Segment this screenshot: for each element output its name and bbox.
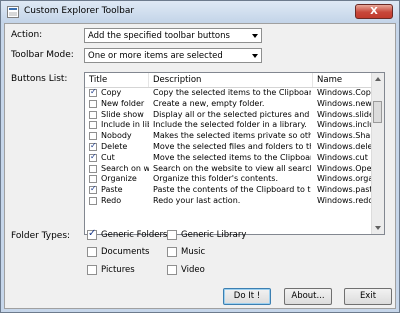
row-checkbox[interactable] xyxy=(89,164,97,173)
row-name: Windows.delete xyxy=(317,141,373,151)
scroll-down-icon[interactable] xyxy=(375,226,381,230)
list-item[interactable]: Delete Move the selected files and folder… xyxy=(85,141,373,153)
list-item[interactable]: Redo Redo your last action. Windows.redo xyxy=(85,196,373,207)
scroll-thumb[interactable] xyxy=(373,101,382,123)
row-title: Redo xyxy=(101,195,122,205)
list-item[interactable]: Organize Organize this folder's contents.… xyxy=(85,174,373,185)
row-description: Redo your last action. xyxy=(153,195,241,205)
list-item[interactable]: New folder Create a new, empty folder. Win… xyxy=(85,99,373,110)
checkbox-generic-library-label: Generic Library xyxy=(181,230,247,240)
list-item[interactable]: Search on w... Search on the website to v… xyxy=(85,164,373,175)
list-rows: Copy Copy the selected items to the Clipb… xyxy=(85,87,373,207)
close-icon: X xyxy=(370,6,378,17)
toolbar-mode-dropdown-value: One or more items are selected xyxy=(88,51,223,61)
row-name: Windows.organiz xyxy=(317,174,373,184)
row-title: Copy xyxy=(101,88,122,97)
row-checkbox[interactable] xyxy=(89,184,97,195)
row-checkbox[interactable] xyxy=(89,175,97,184)
checkbox-video-label: Video xyxy=(181,265,205,275)
row-title: Organize xyxy=(101,174,137,184)
row-description: Makes the selected items private so othe… xyxy=(153,131,311,141)
list-item[interactable]: Include in libr... Include the selected f… xyxy=(85,120,373,131)
row-name: Windows.OpenS xyxy=(317,163,373,173)
row-name: Windows.Share xyxy=(317,131,373,141)
row-checkbox[interactable] xyxy=(89,152,97,163)
action-dropdown-value: Add the specified toolbar buttons xyxy=(88,31,230,41)
row-title: Delete xyxy=(101,141,128,151)
main-window: Custom Explorer Toolbar X Action: Add th… xyxy=(0,0,400,313)
row-description: Organize this folder's contents. xyxy=(153,174,278,184)
row-title: Search on w... xyxy=(101,163,149,173)
toolbar-mode-label: Toolbar Mode: xyxy=(11,50,74,60)
list-item[interactable]: Slide show Display all or the selected pi… xyxy=(85,110,373,121)
row-name: Windows.redo xyxy=(317,195,373,205)
list-item[interactable]: Nobody Makes the selected items private s… xyxy=(85,131,373,142)
row-description: Copy the selected items to the Clipboard… xyxy=(153,88,311,97)
toolbar-mode-dropdown[interactable]: One or more items are selected xyxy=(84,48,262,63)
row-title: New folder xyxy=(101,98,145,108)
list-scrollbar[interactable] xyxy=(371,73,384,234)
do-it-button[interactable]: Do It ! xyxy=(223,288,271,305)
row-checkbox[interactable] xyxy=(89,132,97,141)
row-description: Move the selected items to the Clipboard… xyxy=(153,152,311,162)
checkbox-generic-folders-label: Generic Folders xyxy=(101,230,168,240)
checkbox-music[interactable] xyxy=(167,247,177,257)
row-description: Move the selected files and folders to t… xyxy=(153,141,311,151)
row-name: Windows.Copy xyxy=(317,88,373,97)
row-title: Cut xyxy=(101,152,115,162)
column-header-description[interactable]: Description xyxy=(149,73,313,87)
list-header: Title Description Name xyxy=(85,73,373,88)
row-checkbox[interactable] xyxy=(89,110,97,119)
checkbox-pictures[interactable] xyxy=(87,265,97,275)
row-title: Slide show xyxy=(101,109,144,119)
row-checkbox[interactable] xyxy=(89,99,97,108)
list-item[interactable]: Cut Move the selected items to the Clipbo… xyxy=(85,152,373,164)
action-label: Action: xyxy=(11,30,43,40)
row-name: Windows.include xyxy=(317,120,373,130)
row-description: Create a new, empty folder. xyxy=(153,98,265,108)
chevron-down-icon xyxy=(252,34,258,38)
app-icon xyxy=(7,6,19,18)
scroll-up-icon[interactable] xyxy=(375,77,381,81)
row-description: Display all or the selected pictures and… xyxy=(153,109,311,119)
window-title: Custom Explorer Toolbar xyxy=(24,6,135,16)
row-name: Windows.paste xyxy=(317,185,373,195)
checkbox-generic-folders[interactable] xyxy=(87,228,97,240)
checkbox-documents[interactable] xyxy=(87,247,97,257)
action-dropdown[interactable]: Add the specified toolbar buttons xyxy=(84,28,262,43)
folder-types-label: Folder Types: xyxy=(11,231,71,241)
about-button[interactable]: About... xyxy=(284,288,332,305)
row-description: Search on the website to view all search… xyxy=(153,163,311,173)
row-name: Windows.cut xyxy=(317,152,368,162)
row-checkbox[interactable] xyxy=(89,87,97,98)
row-checkbox[interactable] xyxy=(89,196,97,205)
row-name: Windows.slidesh xyxy=(317,109,373,119)
buttons-list[interactable]: Title Description Name Copy Copy the sele… xyxy=(84,72,385,235)
row-title: Nobody xyxy=(101,131,132,141)
row-description: Paste the contents of the Clipboard to t… xyxy=(153,185,311,195)
checkbox-generic-library[interactable] xyxy=(167,230,177,240)
column-header-name[interactable]: Name xyxy=(313,73,373,87)
title-bar[interactable]: Custom Explorer Toolbar X xyxy=(1,1,399,23)
chevron-down-icon xyxy=(252,54,258,58)
checkbox-video[interactable] xyxy=(167,265,177,275)
row-checkbox[interactable] xyxy=(89,121,97,130)
exit-button[interactable]: Exit xyxy=(344,288,392,305)
list-item[interactable]: Paste Paste the contents of the Clipboard… xyxy=(85,184,373,196)
buttons-list-label: Buttons List: xyxy=(11,74,68,84)
row-title: Include in libr... xyxy=(101,120,149,130)
column-header-title[interactable]: Title xyxy=(85,73,149,87)
row-title: Paste xyxy=(101,185,123,195)
row-description: Include the selected folder in a library… xyxy=(153,120,307,130)
dialog-body: Action: Add the specified toolbar button… xyxy=(4,23,396,309)
row-name: Windows.newfol xyxy=(317,98,373,108)
list-item[interactable]: Copy Copy the selected items to the Clipb… xyxy=(85,87,373,99)
checkbox-documents-label: Documents xyxy=(101,247,150,257)
checkbox-pictures-label: Pictures xyxy=(101,265,135,275)
checkbox-music-label: Music xyxy=(181,247,206,257)
row-checkbox[interactable] xyxy=(89,141,97,152)
close-button[interactable]: X xyxy=(355,4,393,19)
